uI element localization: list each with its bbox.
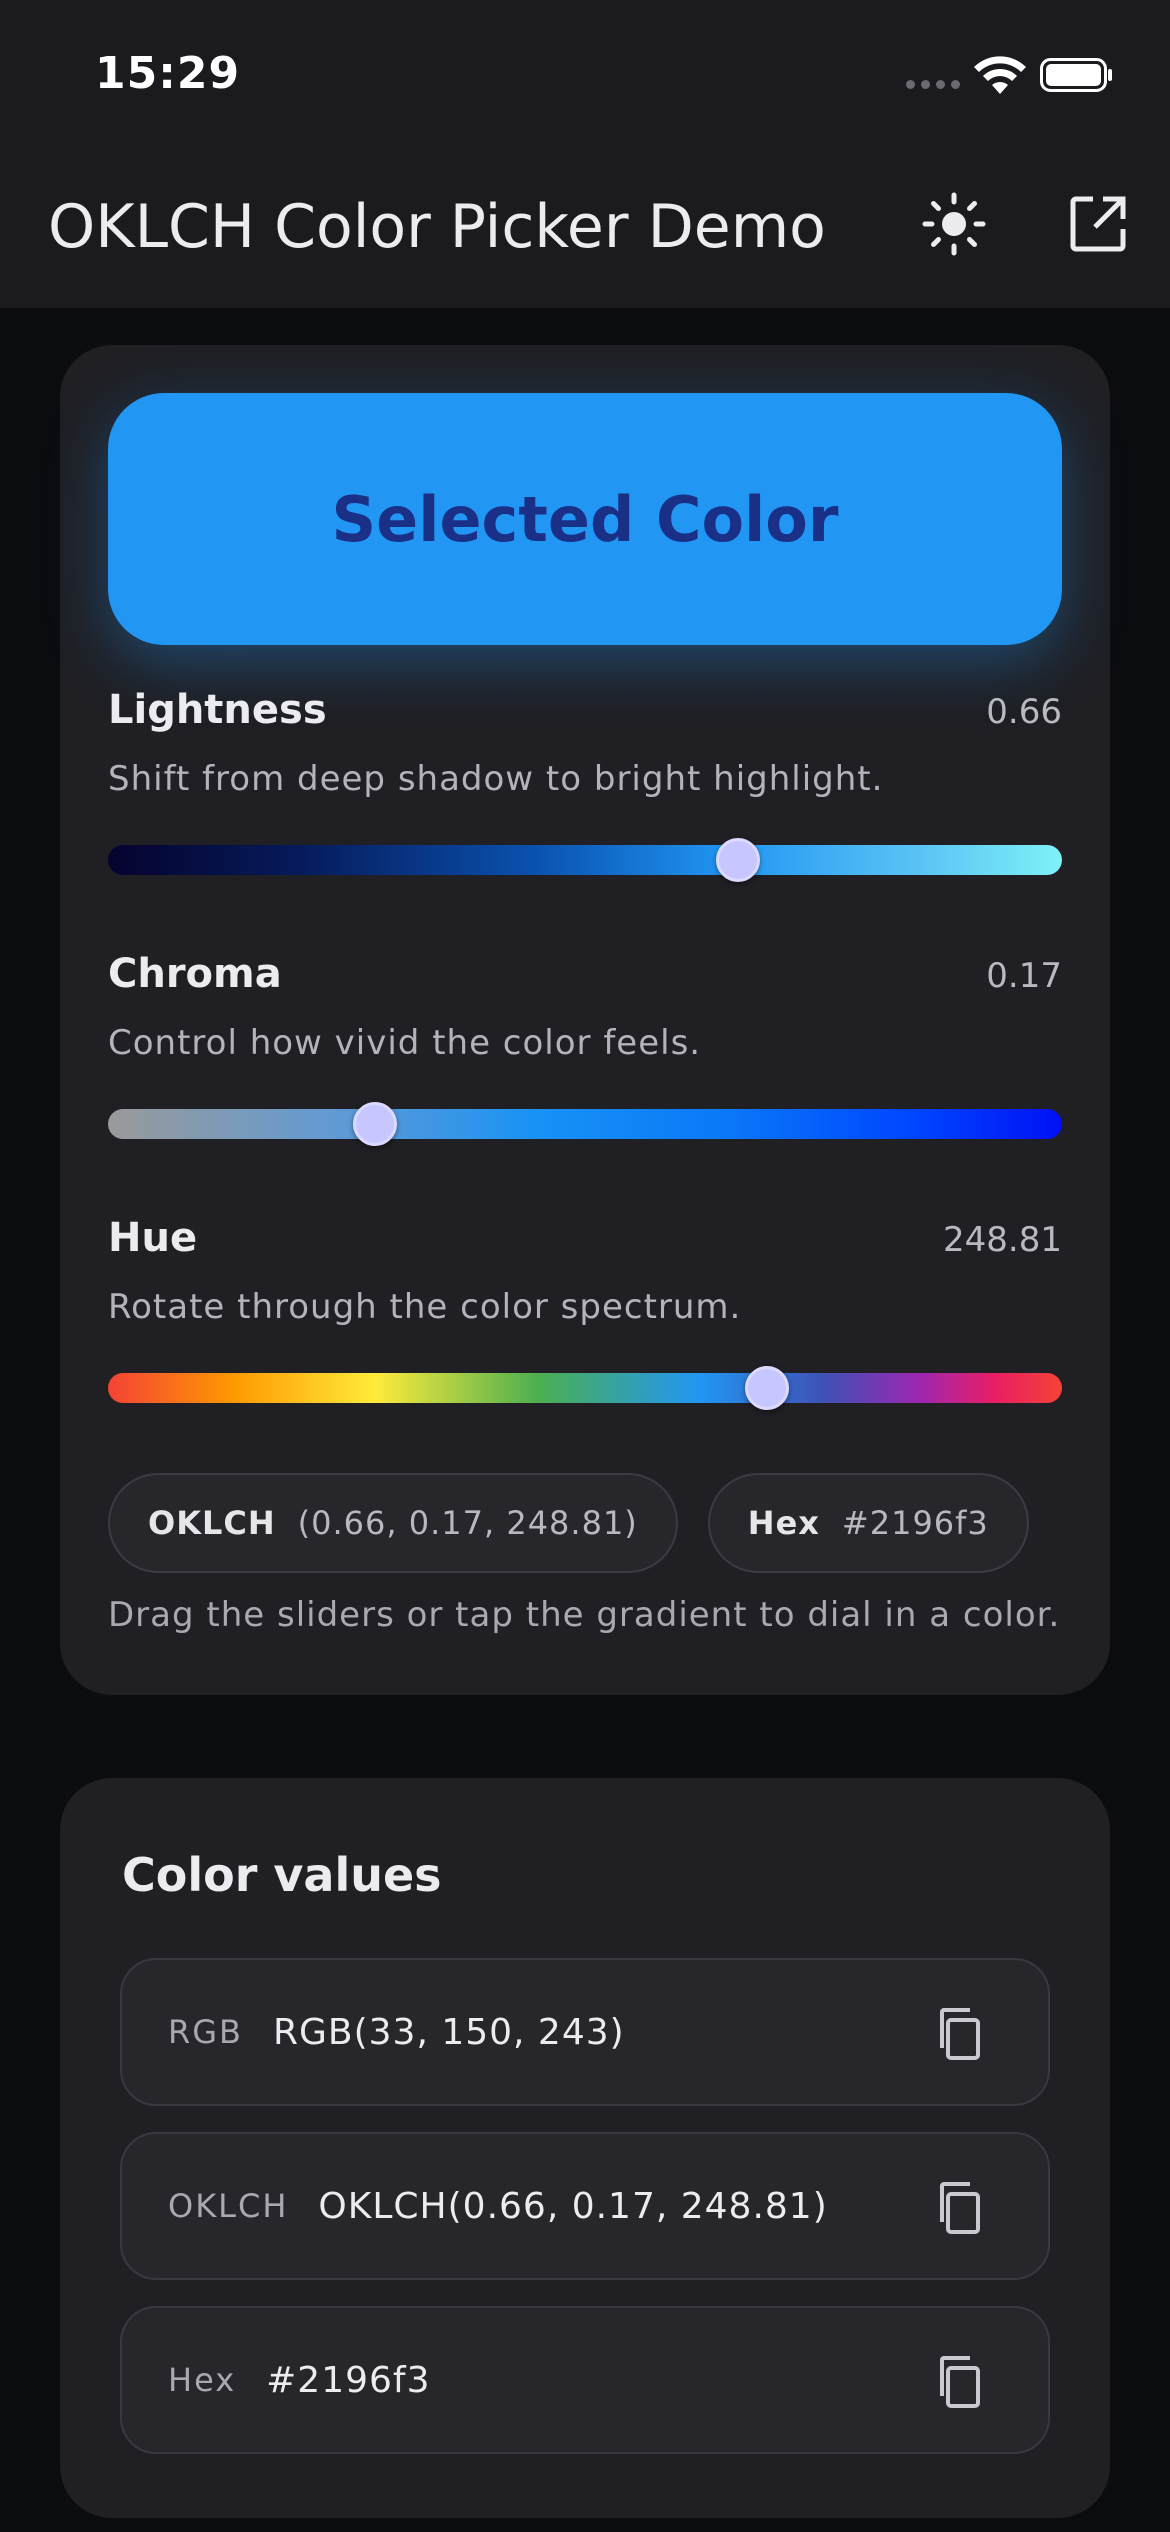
copy-icon[interactable]	[930, 2004, 990, 2064]
copy-icon[interactable]	[930, 2178, 990, 2238]
hex-value-row: Hex #2196f3	[120, 2306, 1050, 2454]
row-key: Hex	[168, 2361, 237, 2399]
hex-chip[interactable]: Hex #2196f3	[707, 1473, 1029, 1573]
chroma-slider-thumb[interactable]	[353, 1102, 398, 1146]
lightness-label: Lightness	[108, 687, 327, 733]
app-bar: OKLCH Color Picker Demo	[0, 140, 1170, 308]
picker-helper-text: Drag the sliders or tap the gradient to …	[108, 1595, 1061, 1635]
status-bar: 15:29	[0, 0, 1170, 140]
selected-color-label: Selected Color	[331, 482, 839, 556]
lightness-description: Shift from deep shadow to bright highlig…	[108, 759, 884, 799]
row-value: OKLCH(0.66, 0.17, 248.81)	[318, 2185, 828, 2227]
lightness-slider-group: Lightness 0.66 Shift from deep shadow to…	[108, 687, 1062, 799]
hue-slider-track[interactable]	[108, 1366, 1062, 1410]
chroma-value: 0.17	[986, 956, 1062, 996]
row-value: #2196f3	[266, 2359, 431, 2401]
hue-slider-thumb[interactable]	[745, 1366, 790, 1410]
chip-key: Hex	[747, 1504, 820, 1542]
row-value: RGB(33, 150, 243)	[272, 2011, 625, 2053]
wifi-icon	[974, 56, 1026, 94]
oklch-chip[interactable]: OKLCH (0.66, 0.17, 248.81)	[108, 1473, 678, 1573]
hue-label: Hue	[108, 1215, 198, 1261]
chroma-description: Control how vivid the color feels.	[108, 1023, 702, 1063]
chip-value: (0.66, 0.17, 248.81)	[297, 1504, 638, 1542]
row-key: RGB	[168, 2013, 243, 2051]
hue-value: 248.81	[943, 1220, 1062, 1260]
chroma-label: Chroma	[108, 951, 282, 997]
chroma-slider-group: Chroma 0.17 Control how vivid the color …	[108, 951, 1062, 1063]
cellular-signal-icon	[906, 80, 960, 89]
row-key: OKLCH	[168, 2187, 289, 2225]
hue-description: Rotate through the color spectrum.	[108, 1287, 742, 1327]
hue-slider-group: Hue 248.81 Rotate through the color spec…	[108, 1215, 1062, 1327]
status-time: 15:29	[95, 48, 241, 99]
color-picker-card: Selected Color Lightness 0.66 Shift from…	[60, 345, 1110, 1695]
chip-value: #2196f3	[841, 1504, 989, 1542]
color-chips: OKLCH (0.66, 0.17, 248.81) Hex #2196f3	[108, 1473, 1029, 1573]
lightness-slider-track[interactable]	[108, 838, 1062, 882]
chip-key: OKLCH	[148, 1504, 276, 1542]
sun-icon	[922, 192, 986, 256]
selected-color-swatch: Selected Color	[108, 393, 1062, 645]
lightness-slider-thumb[interactable]	[715, 838, 760, 882]
lightness-value: 0.66	[986, 692, 1062, 732]
open-external-button[interactable]	[1060, 186, 1136, 262]
battery-icon	[1040, 58, 1112, 92]
theme-toggle-button[interactable]	[916, 186, 992, 262]
copy-icon[interactable]	[930, 2352, 990, 2412]
color-values-card: Color values RGB RGB(33, 150, 243) OKLCH…	[60, 1778, 1110, 2518]
color-values-title: Color values	[122, 1848, 442, 1902]
app-title: OKLCH Color Picker Demo	[48, 192, 826, 262]
open-external-icon	[1070, 196, 1126, 252]
chroma-slider-track[interactable]	[108, 1102, 1062, 1146]
rgb-value-row: RGB RGB(33, 150, 243)	[120, 1958, 1050, 2106]
oklch-value-row: OKLCH OKLCH(0.66, 0.17, 248.81)	[120, 2132, 1050, 2280]
